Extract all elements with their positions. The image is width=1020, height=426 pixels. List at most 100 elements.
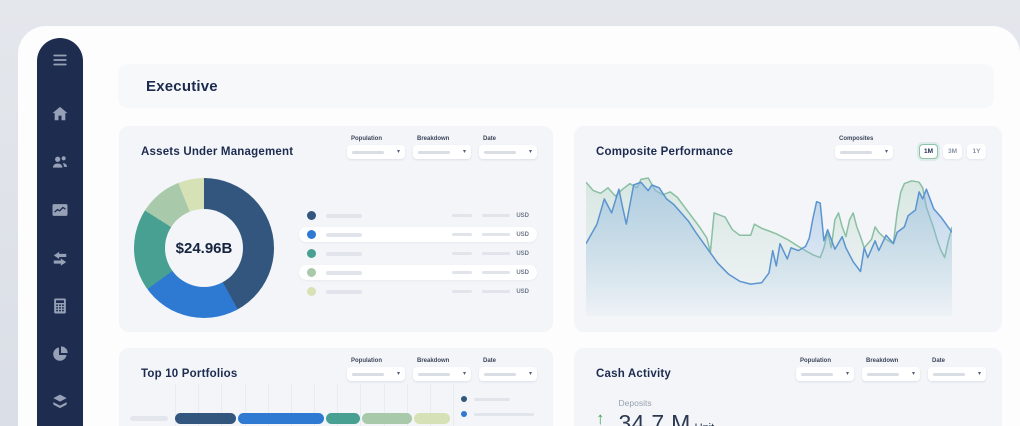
portfolios-legend-row[interactable] xyxy=(461,396,553,402)
aum-legend-row[interactable]: USD xyxy=(299,208,537,223)
filter-select-composites[interactable]: ▾ xyxy=(835,145,893,159)
clients-icon xyxy=(50,152,70,177)
chevron-down-icon: ▾ xyxy=(463,149,466,155)
range-button-1m[interactable]: 1M xyxy=(919,144,938,159)
aum-total-value: $24.96B xyxy=(176,240,233,257)
sidebar-item-allocation[interactable] xyxy=(49,346,71,366)
sidebar-item-holdings[interactable] xyxy=(49,394,71,414)
deposits-unit: Unit xyxy=(695,422,715,426)
chevron-down-icon: ▾ xyxy=(463,371,466,377)
calculator-icon xyxy=(50,296,70,321)
sidebar-item-home[interactable] xyxy=(49,106,71,126)
filter-select-population[interactable]: ▾ xyxy=(347,145,405,159)
performance-icon xyxy=(50,200,70,225)
gridline xyxy=(453,384,454,426)
filter-select-population[interactable]: ▾ xyxy=(347,367,405,381)
filter-population: Population▾ xyxy=(796,358,854,381)
deposits-value: 34.7 M xyxy=(619,410,691,426)
sidebar-item-transfers[interactable] xyxy=(49,250,71,270)
filter-label: Breakdown xyxy=(417,136,471,142)
legend-value-placeholder xyxy=(452,214,472,217)
filter-breakdown: Breakdown ▾ xyxy=(413,136,471,159)
filter-select-population[interactable]: ▾ xyxy=(796,367,854,381)
card-composite-performance: Composite Performance Composites ▾ 1M 3M 1Y xyxy=(574,126,1002,332)
portfolio-bar-row[interactable] xyxy=(130,413,453,424)
sidebar-item-performance[interactable] xyxy=(49,202,71,222)
aum-legend-row[interactable]: USD xyxy=(299,284,537,299)
bar-segment xyxy=(238,413,324,424)
legend-dot xyxy=(307,268,316,277)
legend-name-placeholder xyxy=(326,214,362,218)
legend-amount-placeholder xyxy=(482,271,510,274)
legend-dot xyxy=(307,249,316,258)
chevron-down-icon: ▾ xyxy=(912,371,915,377)
select-placeholder xyxy=(418,373,450,376)
allocation-icon xyxy=(50,344,70,369)
chevron-down-icon: ▾ xyxy=(885,149,888,155)
filter-label: Population xyxy=(351,136,405,142)
legend-currency: USD xyxy=(516,213,529,219)
portfolios-filter-bar: Population▾Breakdown▾Date▾ xyxy=(347,358,537,381)
portfolios-card-title: Top 10 Portfolios xyxy=(141,368,237,380)
filter-date: Date▾ xyxy=(479,136,537,159)
portfolio-name-placeholder xyxy=(130,416,168,421)
filter-label: Date xyxy=(483,358,537,364)
legend-amount-placeholder xyxy=(482,252,510,255)
filter-select-breakdown[interactable]: ▾ xyxy=(413,367,471,381)
filter-select-date[interactable]: ▾ xyxy=(479,145,537,159)
portfolios-legend-row[interactable] xyxy=(461,411,553,417)
bar-track xyxy=(175,413,453,424)
range-button-group: 1M 3M 1Y xyxy=(919,144,986,159)
page-header: Executive xyxy=(118,64,994,108)
chevron-down-icon: ▾ xyxy=(529,149,532,155)
legend-amount-placeholder xyxy=(482,290,510,293)
composite-card-title: Composite Performance xyxy=(596,146,733,158)
aum-donut-chart[interactable]: $24.96B xyxy=(134,178,274,318)
range-button-1y[interactable]: 1Y xyxy=(967,144,986,159)
legend-currency: USD xyxy=(516,251,529,257)
chevron-down-icon: ▾ xyxy=(529,371,532,377)
aum-legend-row[interactable]: USD xyxy=(299,227,537,242)
filter-population: Population ▾ xyxy=(347,358,405,381)
select-placeholder xyxy=(352,151,384,154)
composite-area-chart[interactable] xyxy=(586,171,952,318)
legend-name-placeholder xyxy=(326,252,362,256)
aum-legend-row[interactable]: USD xyxy=(299,265,537,280)
legend-value-placeholder xyxy=(452,290,472,293)
card-assets-under-management: Assets Under Management Population▾Break… xyxy=(119,126,553,332)
range-button-3m[interactable]: 3M xyxy=(943,144,962,159)
filter-label: Composites xyxy=(839,136,893,142)
filter-label: Date xyxy=(932,358,986,364)
legend-label-placeholder xyxy=(474,413,534,416)
chevron-down-icon: ▾ xyxy=(397,371,400,377)
sidebar-nav-items xyxy=(49,106,71,414)
cash-card-title: Cash Activity xyxy=(596,368,671,380)
sidebar-item-calculator[interactable] xyxy=(49,298,71,318)
sidebar-item-clients[interactable] xyxy=(49,154,71,174)
chevron-down-icon: ▾ xyxy=(846,371,849,377)
select-placeholder xyxy=(352,373,384,376)
aum-filter-bar: Population▾Breakdown▾Date▾ xyxy=(347,136,537,159)
filter-select-date[interactable]: ▾ xyxy=(928,367,986,381)
bar-segment xyxy=(326,413,359,424)
legend-value-placeholder xyxy=(452,271,472,274)
hamburger-menu-icon[interactable] xyxy=(49,50,71,70)
filter-population: Population ▾ xyxy=(347,136,405,159)
filter-breakdown: Breakdown▾ xyxy=(862,358,920,381)
filter-select-breakdown[interactable]: ▾ xyxy=(413,145,471,159)
filter-date: Date ▾ xyxy=(928,358,986,381)
select-placeholder xyxy=(484,373,516,376)
legend-currency: USD xyxy=(516,232,529,238)
transfers-icon xyxy=(50,248,70,273)
legend-amount-placeholder xyxy=(482,233,510,236)
filter-select-date[interactable]: ▾ xyxy=(479,367,537,381)
holdings-icon xyxy=(50,392,70,417)
aum-legend-list: USD USD USD USD USD xyxy=(299,208,537,299)
filter-label: Population xyxy=(351,358,405,364)
legend-name-placeholder xyxy=(326,271,362,275)
aum-legend-row[interactable]: USD xyxy=(299,246,537,261)
legend-currency: USD xyxy=(516,289,529,295)
select-placeholder xyxy=(933,373,965,376)
filter-select-breakdown[interactable]: ▾ xyxy=(862,367,920,381)
arrow-up-icon: ↑ xyxy=(596,410,605,426)
